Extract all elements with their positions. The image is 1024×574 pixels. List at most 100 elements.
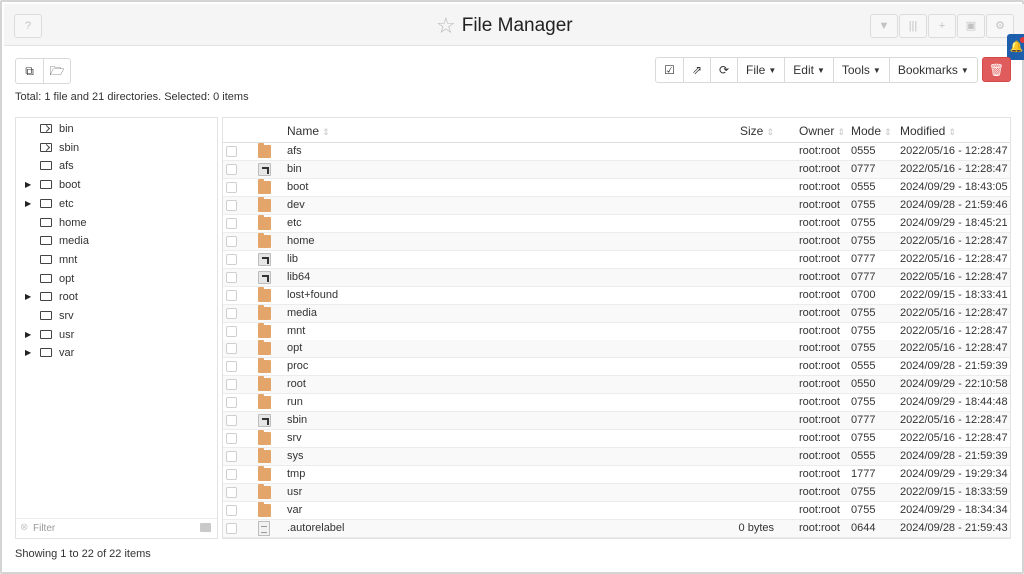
file-name[interactable]: mnt bbox=[287, 323, 305, 340]
file-name[interactable]: sys bbox=[287, 448, 304, 465]
file-name[interactable]: srv bbox=[287, 430, 302, 447]
row-checkbox[interactable] bbox=[226, 307, 237, 319]
expand-arrow-icon[interactable]: ▶ bbox=[25, 176, 31, 194]
table-row[interactable]: bin root:root 0777 2022/05/16 - 12:28:47 bbox=[223, 160, 1010, 179]
row-checkbox[interactable] bbox=[226, 199, 237, 211]
row-checkbox[interactable] bbox=[226, 271, 237, 283]
share-icon[interactable]: ⇗ bbox=[683, 58, 710, 82]
row-checkbox[interactable] bbox=[226, 415, 237, 427]
row-checkbox[interactable] bbox=[226, 361, 237, 373]
table-row[interactable]: lib64 root:root 0777 2022/05/16 - 12:28:47 bbox=[223, 268, 1010, 287]
expand-arrow-icon[interactable]: ▶ bbox=[25, 195, 31, 213]
refresh-icon[interactable]: ⟳ bbox=[710, 58, 737, 82]
row-checkbox[interactable] bbox=[226, 163, 237, 175]
file-name[interactable]: tmp bbox=[287, 466, 305, 483]
row-checkbox[interactable] bbox=[226, 505, 237, 516]
row-checkbox[interactable] bbox=[226, 343, 237, 355]
file-name[interactable]: dev bbox=[287, 197, 305, 214]
file-name[interactable]: bin bbox=[287, 161, 302, 178]
file-name[interactable]: .autorelabel bbox=[287, 520, 345, 537]
tree-item[interactable]: ▶ var bbox=[16, 344, 216, 362]
file-name[interactable]: lost+found bbox=[287, 287, 338, 304]
column-header-owner[interactable]: Owner ⇕ bbox=[799, 124, 845, 138]
file-name[interactable]: media bbox=[287, 305, 317, 322]
columns-icon[interactable]: ||| bbox=[899, 14, 927, 38]
table-row[interactable]: boot root:root 0555 2024/09/29 - 18:43:05 bbox=[223, 178, 1010, 197]
tree-item[interactable]: sbin bbox=[16, 139, 216, 157]
row-checkbox[interactable] bbox=[226, 451, 237, 463]
table-row[interactable]: usr root:root 0755 2022/09/15 - 18:33:59 bbox=[223, 484, 1010, 503]
bookmarks-menu-button[interactable]: Bookmarks ▼ bbox=[888, 58, 977, 82]
table-row[interactable]: afs root:root 0555 2022/05/16 - 12:28:47 bbox=[223, 143, 1010, 161]
file-name[interactable]: var bbox=[287, 502, 302, 519]
file-name[interactable]: root bbox=[287, 376, 306, 393]
column-header-size[interactable]: Size ⇕ bbox=[740, 124, 774, 138]
file-menu-button[interactable]: File ▼ bbox=[737, 58, 784, 82]
file-name[interactable]: lib64 bbox=[287, 269, 310, 286]
row-checkbox[interactable] bbox=[226, 146, 237, 157]
row-checkbox[interactable] bbox=[226, 181, 237, 193]
table-row[interactable]: run root:root 0755 2024/09/29 - 18:44:48 bbox=[223, 394, 1010, 413]
window-icon[interactable]: ▣ bbox=[957, 14, 985, 38]
table-row[interactable]: .autorelabel 0 bytes root:root 0644 2024/09/… bbox=[223, 519, 1010, 538]
tree-item[interactable]: media bbox=[16, 232, 216, 250]
expand-arrow-icon[interactable]: ▶ bbox=[25, 288, 31, 306]
delete-button[interactable]: 🗑 bbox=[982, 57, 1011, 82]
table-row[interactable]: var root:root 0755 2024/09/29 - 18:34:34 bbox=[223, 502, 1010, 520]
check-square-icon[interactable]: ☑ bbox=[656, 58, 683, 82]
column-header-modified[interactable]: Modified ⇕ bbox=[900, 124, 956, 138]
table-row[interactable]: sys root:root 0555 2024/09/28 - 21:59:39 bbox=[223, 448, 1010, 467]
row-checkbox[interactable] bbox=[226, 433, 237, 445]
row-checkbox[interactable] bbox=[226, 469, 237, 481]
tree-item[interactable]: srv bbox=[16, 307, 216, 325]
tree-filter-input[interactable] bbox=[33, 521, 196, 536]
new-window-icon[interactable]: ⧉ bbox=[16, 59, 43, 83]
table-row[interactable]: home root:root 0755 2022/05/16 - 12:28:47 bbox=[223, 232, 1010, 251]
table-row[interactable]: lib root:root 0777 2022/05/16 - 12:28:47 bbox=[223, 251, 1010, 269]
row-checkbox[interactable] bbox=[226, 379, 237, 391]
tree-item[interactable]: ▶ etc bbox=[16, 195, 216, 213]
row-checkbox[interactable] bbox=[226, 253, 237, 265]
tree-item[interactable]: ▶ usr bbox=[16, 326, 216, 344]
open-folder-icon[interactable]: 🗁 bbox=[43, 59, 70, 83]
table-row[interactable]: srv root:root 0755 2022/05/16 - 12:28:47 bbox=[223, 430, 1010, 449]
row-checkbox[interactable] bbox=[226, 487, 237, 499]
row-checkbox[interactable] bbox=[226, 289, 237, 301]
file-name[interactable]: afs bbox=[287, 143, 302, 160]
table-row[interactable]: mnt root:root 0755 2022/05/16 - 12:28:47 bbox=[223, 322, 1010, 341]
file-name[interactable]: proc bbox=[287, 358, 308, 375]
table-row[interactable]: media root:root 0755 2022/05/16 - 12:28:47 bbox=[223, 304, 1010, 323]
file-name[interactable]: opt bbox=[287, 340, 302, 357]
tree-item[interactable]: ▶ boot bbox=[16, 176, 216, 194]
file-name[interactable]: run bbox=[287, 394, 303, 411]
table-row[interactable]: lost+found root:root 0700 2022/09/15 - 18:3… bbox=[223, 286, 1010, 305]
table-row[interactable]: sbin root:root 0777 2022/05/16 - 12:28:47 bbox=[223, 412, 1010, 431]
row-checkbox[interactable] bbox=[226, 235, 237, 247]
filter-clear-icon[interactable]: ⊗ bbox=[20, 522, 28, 533]
row-checkbox[interactable] bbox=[226, 325, 237, 337]
file-name[interactable]: home bbox=[287, 233, 315, 250]
tree-item[interactable]: bin bbox=[16, 120, 216, 138]
tree-item[interactable]: home bbox=[16, 214, 216, 232]
table-row[interactable]: dev root:root 0755 2024/09/28 - 21:59:46 bbox=[223, 196, 1010, 215]
table-row[interactable]: root root:root 0550 2024/09/29 - 22:10:58 bbox=[223, 376, 1010, 395]
star-icon[interactable]: ☆ bbox=[436, 14, 456, 38]
tree-item[interactable]: ▶ root bbox=[16, 288, 216, 306]
file-name[interactable]: boot bbox=[287, 179, 308, 196]
column-header-name[interactable]: Name ⇕ bbox=[287, 124, 330, 138]
tree-item[interactable]: mnt bbox=[16, 251, 216, 269]
expand-arrow-icon[interactable]: ▶ bbox=[25, 326, 31, 344]
add-icon[interactable]: + bbox=[928, 14, 956, 38]
tree-item[interactable]: opt bbox=[16, 270, 216, 288]
row-checkbox[interactable] bbox=[226, 217, 237, 229]
expand-arrow-icon[interactable]: ▶ bbox=[25, 344, 31, 362]
tools-menu-button[interactable]: Tools ▼ bbox=[832, 58, 889, 82]
table-row[interactable]: tmp root:root 1777 2024/09/29 - 19:29:34 bbox=[223, 466, 1010, 485]
row-checkbox[interactable] bbox=[226, 522, 237, 534]
filter-icon[interactable]: ▼ bbox=[870, 14, 898, 38]
file-name[interactable]: lib bbox=[287, 251, 298, 268]
edit-menu-button[interactable]: Edit ▼ bbox=[784, 58, 833, 82]
row-checkbox[interactable] bbox=[226, 397, 237, 409]
table-row[interactable]: etc root:root 0755 2024/09/29 - 18:45:21 bbox=[223, 214, 1010, 233]
file-name[interactable]: sbin bbox=[287, 412, 307, 429]
